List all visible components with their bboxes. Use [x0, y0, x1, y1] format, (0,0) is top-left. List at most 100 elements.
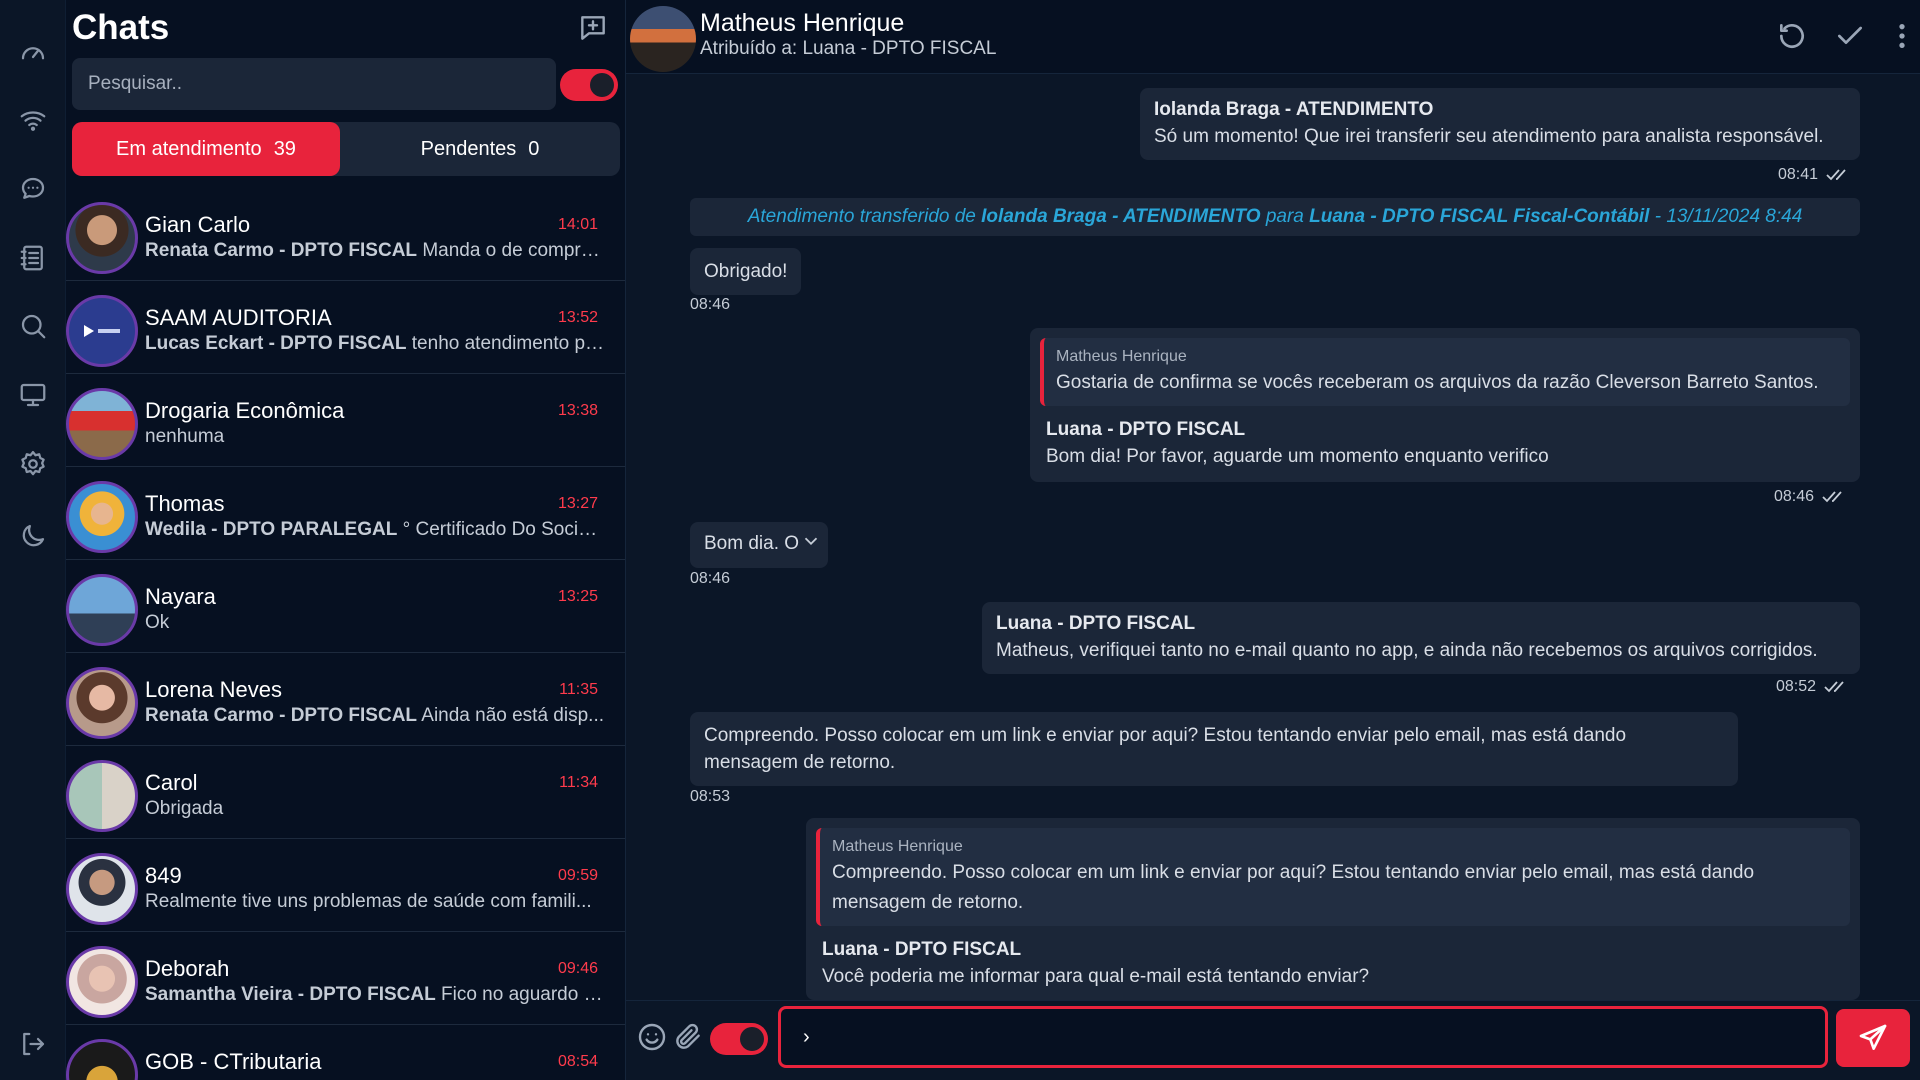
emoji-icon[interactable]: [636, 1021, 670, 1055]
moon-icon[interactable]: [17, 520, 49, 552]
contact-name: Deborah: [145, 956, 230, 981]
message-time: 08:46: [690, 296, 731, 313]
toggle-knob: [740, 1027, 764, 1051]
assigned-to: Atribuído a: Luana - DPTO FISCAL: [700, 38, 997, 59]
preview-sender: Renata Carmo - DPTO FISCAL: [145, 705, 418, 726]
settings-icon[interactable]: [17, 448, 49, 480]
chat-list-item[interactable]: Drogaria Econômica 13:38 nenhuma: [66, 374, 625, 467]
message-text: Bom dia. O: [704, 533, 800, 554]
contact-name: GOB - CTributaria: [145, 1049, 322, 1074]
avatar[interactable]: [630, 6, 696, 72]
message-meta: 08:46: [690, 570, 730, 588]
preview-text: Realmente tive uns problemas de saúde co…: [145, 891, 592, 912]
refresh-icon[interactable]: [1772, 16, 1812, 56]
message-time: 13:52: [557, 309, 598, 326]
nav-rail: [0, 0, 66, 1080]
message-preview: Ok: [145, 612, 605, 634]
transfer-notice: Atendimento transferido de Iolanda Braga…: [690, 198, 1860, 236]
preview-text: ° Certificado Do Socio , ...: [402, 519, 605, 540]
message-preview: Wedila - DPTO PARALEGAL ° Certificado Do…: [145, 519, 605, 541]
preview-text: tenho atendimento po...: [411, 333, 605, 354]
wifi-icon[interactable]: [17, 104, 49, 136]
message-meta: 08:41: [1778, 166, 1850, 184]
new-chat-icon[interactable]: [577, 12, 611, 46]
contact-name: SAAM AUDITORIA: [145, 305, 332, 330]
message-preview: Lucas Eckart - DPTO FISCAL tenho atendim…: [145, 333, 605, 355]
preview-text: Ok: [145, 612, 170, 633]
avatar: [66, 574, 138, 646]
message-bubble-outgoing: Matheus Henrique Gostaria de confirma se…: [1030, 328, 1860, 482]
preview-text: Manda o de compras...: [422, 240, 605, 261]
preview-text: Obrigada: [145, 798, 224, 819]
chat-icon[interactable]: [17, 173, 49, 205]
quote-author: Matheus Henrique: [832, 838, 963, 855]
message-preview: Renata Carmo - DPTO FISCAL Manda o de co…: [145, 240, 605, 262]
signature-toggle[interactable]: [710, 1023, 768, 1055]
tab-pendentes[interactable]: Pendentes 0: [340, 122, 620, 176]
contact-name: Matheus Henrique: [700, 9, 905, 37]
double-check-icon: [1822, 491, 1842, 503]
message-time: 09:46: [557, 960, 598, 977]
chat-list-item[interactable]: Carol 11:34 Obrigada: [66, 746, 625, 839]
tab-em-atendimento[interactable]: Em atendimento 39: [72, 122, 340, 176]
monitor-icon[interactable]: [17, 379, 49, 411]
message-text: Só um momento! Que irei transferir seu a…: [1154, 126, 1824, 147]
logout-icon[interactable]: [17, 1028, 49, 1060]
avatar: [66, 481, 138, 553]
message-meta: 08:52: [1776, 678, 1848, 696]
transfer-suffix: - 13/11/2024 8:44: [1654, 206, 1803, 227]
avatar: [66, 295, 138, 367]
chat-list-item[interactable]: 849 09:59 Realmente tive uns problemas d…: [66, 839, 625, 932]
contact-name: Drogaria Econômica: [145, 398, 345, 423]
contact-name: Lorena Neves: [145, 677, 282, 702]
message-time: 08:41: [1778, 166, 1819, 183]
message-bubble-incoming: Compreendo. Posso colocar em um link e e…: [690, 712, 1738, 786]
dashboard-icon[interactable]: [17, 36, 49, 68]
saam-logo-icon: [84, 325, 120, 337]
send-button[interactable]: [1836, 1009, 1910, 1067]
chat-list-item[interactable]: Gian Carlo 14:01 Renata Carmo - DPTO FIS…: [66, 188, 625, 281]
tab-count: 0: [528, 137, 540, 160]
search-input[interactable]: [72, 58, 556, 110]
message-text: Bom dia! Por favor, aguarde um momento e…: [1046, 446, 1549, 467]
avatar: [66, 1039, 138, 1080]
message-bubble-incoming[interactable]: Bom dia. O: [690, 522, 828, 568]
transfer-from: Iolanda Braga - ATENDIMENTO: [981, 206, 1261, 227]
chat-list-item[interactable]: Deborah 09:46 Samantha Vieira - DPTO FIS…: [66, 932, 625, 1025]
chat-list-item[interactable]: Nayara 13:25 Ok: [66, 560, 625, 653]
search-icon[interactable]: [17, 310, 49, 342]
transfer-mid: para: [1265, 206, 1304, 227]
double-check-icon: [1824, 681, 1844, 693]
message-time: 08:54: [557, 1053, 598, 1070]
message-time: 11:35: [559, 681, 598, 698]
check-icon[interactable]: [1830, 16, 1870, 56]
contacts-icon[interactable]: [17, 242, 49, 274]
quoted-message[interactable]: Matheus Henrique Gostaria de confirma se…: [1040, 338, 1850, 406]
message-time: 11:34: [559, 774, 598, 791]
chat-list-item[interactable]: Lorena Neves 11:35 Renata Carmo - DPTO F…: [66, 653, 625, 746]
quoted-message[interactable]: Matheus Henrique Compreendo. Posso coloc…: [816, 828, 1850, 926]
attach-icon[interactable]: [672, 1021, 706, 1055]
message-time: 13:27: [557, 495, 598, 512]
message-input[interactable]: ›: [778, 1006, 1828, 1068]
chat-list-item[interactable]: SAAM AUDITORIA 13:52 Lucas Eckart - DPTO…: [66, 281, 625, 374]
preview-text: nenhuma: [145, 426, 225, 447]
chat-list-item[interactable]: Thomas 13:27 Wedila - DPTO PARALEGAL ° C…: [66, 467, 625, 560]
filter-toggle[interactable]: [560, 69, 618, 101]
message-time: 08:46: [690, 570, 731, 587]
chat-list-item[interactable]: GOB - CTributaria 08:54: [66, 1025, 625, 1080]
panel-title: Chats: [72, 8, 170, 47]
message-meta: 08:46: [690, 296, 730, 314]
message-time: 09:59: [557, 867, 598, 884]
preview-sender: Samantha Vieira - DPTO FISCAL: [145, 984, 436, 1005]
avatar: [66, 388, 138, 460]
tab-label: Pendentes: [420, 137, 517, 160]
message-time: 13:25: [557, 588, 598, 605]
chevron-down-icon[interactable]: [800, 530, 822, 552]
message-bubble-outgoing: Matheus Henrique Compreendo. Posso coloc…: [806, 818, 1860, 1000]
avatar: [66, 760, 138, 832]
more-icon[interactable]: [1882, 16, 1920, 56]
message-composer: ›: [626, 1000, 1920, 1080]
message-time: 08:52: [1776, 678, 1817, 695]
conversation-panel: Matheus Henrique Atribuído a: Luana - DP…: [626, 0, 1920, 1080]
